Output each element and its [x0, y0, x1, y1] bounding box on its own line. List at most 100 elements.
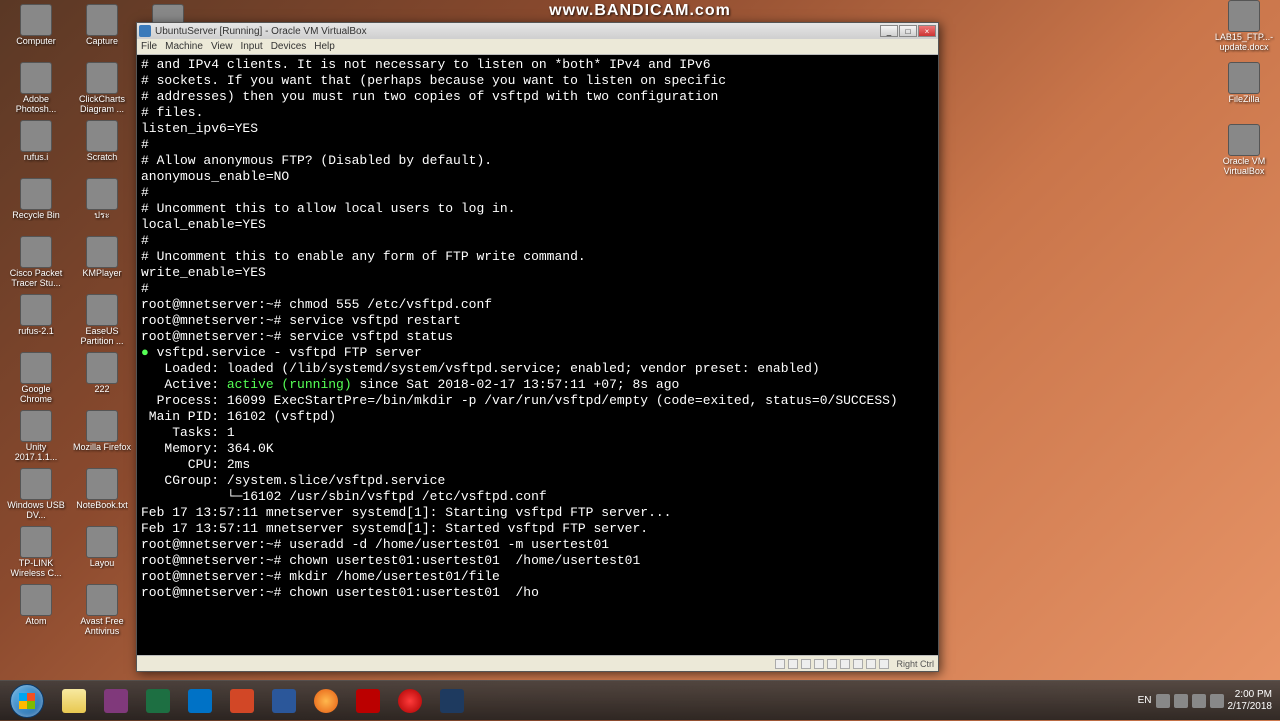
desktop-icon-image — [1228, 124, 1260, 156]
start-button[interactable] — [0, 681, 54, 721]
desktop-icon[interactable]: ประ — [70, 178, 134, 234]
terminal-output[interactable]: # and IPv4 clients. It is not necessary … — [137, 55, 938, 655]
network-icon — [801, 659, 811, 669]
terminal-line: Tasks: 1 — [141, 425, 934, 441]
taskbar-vbox[interactable] — [432, 685, 472, 717]
menu-help[interactable]: Help — [314, 41, 335, 52]
terminal-line: Feb 17 13:57:11 mnetserver systemd[1]: S… — [141, 521, 934, 537]
desktop-icon[interactable]: Adobe Photosh... — [4, 62, 68, 118]
menu-machine[interactable]: Machine — [165, 41, 203, 52]
host-key-indicator: Right Ctrl — [896, 659, 934, 669]
desktop-icon-label: Atom — [25, 617, 46, 627]
desktop-icon[interactable]: Cisco Packet Tracer Stu... — [4, 236, 68, 292]
desktop-icon[interactable]: Capture — [70, 4, 134, 60]
desktop-icon[interactable]: Recycle Bin — [4, 178, 68, 234]
taskbar-ppt[interactable] — [222, 685, 262, 717]
taskbar-filezilla[interactable] — [348, 685, 388, 717]
terminal-line: # files. — [141, 105, 934, 121]
close-button[interactable]: × — [918, 25, 936, 37]
terminal-line: write_enable=YES — [141, 265, 934, 281]
clock-time: 2:00 PM — [1228, 689, 1273, 701]
desktop-icon[interactable]: Mozilla Firefox — [70, 410, 134, 466]
firefox-icon — [314, 689, 338, 713]
terminal-line: Active: active (running) since Sat 2018-… — [141, 377, 934, 393]
desktop-icon[interactable]: Oracle VM VirtualBox — [1212, 124, 1276, 180]
taskbar-clock[interactable]: 2:00 PM 2/17/2018 — [1228, 689, 1273, 713]
desktop-icon[interactable]: Windows USB DV... — [4, 468, 68, 524]
cpu-icon — [866, 659, 876, 669]
desktop-icon[interactable]: rufus.i — [4, 120, 68, 176]
desktop-icon-label: Avast Free Antivirus — [71, 617, 133, 637]
minimize-button[interactable]: _ — [880, 25, 898, 37]
terminal-line: Memory: 364.0K — [141, 441, 934, 457]
desktop-icon[interactable]: Scratch — [70, 120, 134, 176]
desktop-icon[interactable]: Atom — [4, 584, 68, 640]
terminal-line: anonymous_enable=NO — [141, 169, 934, 185]
desktop-icon-image — [86, 120, 118, 152]
usb-icon — [814, 659, 824, 669]
menu-devices[interactable]: Devices — [271, 41, 307, 52]
desktop-icons-left: Computer Adobe Photosh... rufus.iRecycle B… — [0, 0, 135, 680]
desktop-icon-label: 222 — [94, 385, 109, 395]
desktop-icon[interactable]: FileZilla — [1212, 62, 1276, 118]
desktop-icon[interactable]: LAB15_FTP...-update.docx — [1212, 0, 1276, 56]
ppt-icon — [230, 689, 254, 713]
desktop-icon-label: Adobe Photosh... — [5, 95, 67, 115]
desktop-icon-image — [86, 410, 118, 442]
desktop-icon[interactable]: Google Chrome — [4, 352, 68, 408]
outlook-icon — [188, 689, 212, 713]
desktop-icon-label: rufus-2.1 — [18, 327, 54, 337]
tray-flag-icon[interactable] — [1156, 694, 1170, 708]
desktop-icon-label: Capture — [86, 37, 118, 47]
desktop-icon[interactable]: Computer — [4, 4, 68, 60]
desktop-icon-label: LAB15_FTP...-update.docx — [1213, 33, 1275, 53]
window-titlebar[interactable]: UbuntuServer [Running] - Oracle VM Virtu… — [137, 23, 938, 39]
terminal-line: root@mnetserver:~# useradd -d /home/user… — [141, 537, 934, 553]
taskbar-onenote[interactable] — [96, 685, 136, 717]
tray-volume-icon[interactable] — [1210, 694, 1224, 708]
desktop-icon-label: TP-LINK Wireless C... — [5, 559, 67, 579]
desktop-icons-right: LAB15_FTP...-update.docx FileZilla Oracle … — [1212, 0, 1276, 180]
opera-icon — [398, 689, 422, 713]
desktop-icon-label: Oracle VM VirtualBox — [1213, 157, 1275, 177]
taskbar-opera[interactable] — [390, 685, 430, 717]
desktop-icon[interactable]: Layou — [70, 526, 134, 582]
desktop-icon[interactable]: rufus-2.1 — [4, 294, 68, 350]
desktop-icon-image — [20, 178, 52, 210]
terminal-line: Main PID: 16102 (vsftpd) — [141, 409, 934, 425]
taskbar-outlook[interactable] — [180, 685, 220, 717]
explorer-icon — [62, 689, 86, 713]
maximize-button[interactable]: □ — [899, 25, 917, 37]
terminal-line: root@mnetserver:~# mkdir /home/usertest0… — [141, 569, 934, 585]
desktop-icon[interactable]: Avast Free Antivirus — [70, 584, 134, 640]
desktop-icon[interactable]: NoteBook.txt — [70, 468, 134, 524]
terminal-line: root@mnetserver:~# service vsftpd status — [141, 329, 934, 345]
taskbar-excel[interactable] — [138, 685, 178, 717]
taskbar-firefox[interactable] — [306, 685, 346, 717]
desktop-icon[interactable]: KMPlayer — [70, 236, 134, 292]
desktop-icon[interactable]: TP-LINK Wireless C... — [4, 526, 68, 582]
hd-activity-icon — [775, 659, 785, 669]
tray-action-center-icon[interactable] — [1174, 694, 1188, 708]
tray-network-icon[interactable] — [1192, 694, 1206, 708]
desktop-icon-image — [20, 584, 52, 616]
terminal-line: root@mnetserver:~# service vsftpd restar… — [141, 313, 934, 329]
desktop-icon[interactable]: 222 — [70, 352, 134, 408]
tray-language[interactable]: EN — [1138, 695, 1152, 706]
terminal-line: # — [141, 185, 934, 201]
excel-icon — [146, 689, 170, 713]
desktop-icon-label: Layou — [90, 559, 115, 569]
desktop-icon[interactable]: Unity 2017.1.1... — [4, 410, 68, 466]
desktop-icon-label: ประ — [94, 211, 109, 221]
menu-bar: File Machine View Input Devices Help — [137, 39, 938, 55]
taskbar-explorer[interactable] — [54, 685, 94, 717]
menu-file[interactable]: File — [141, 41, 157, 52]
system-tray[interactable]: EN 2:00 PM 2/17/2018 — [1138, 681, 1280, 720]
desktop-icon-label: ClickCharts Diagram ... — [71, 95, 133, 115]
mouse-integration-icon — [879, 659, 889, 669]
menu-input[interactable]: Input — [240, 41, 262, 52]
desktop-icon[interactable]: ClickCharts Diagram ... — [70, 62, 134, 118]
desktop-icon[interactable]: EaseUS Partition ... — [70, 294, 134, 350]
menu-view[interactable]: View — [211, 41, 233, 52]
taskbar-word[interactable] — [264, 685, 304, 717]
